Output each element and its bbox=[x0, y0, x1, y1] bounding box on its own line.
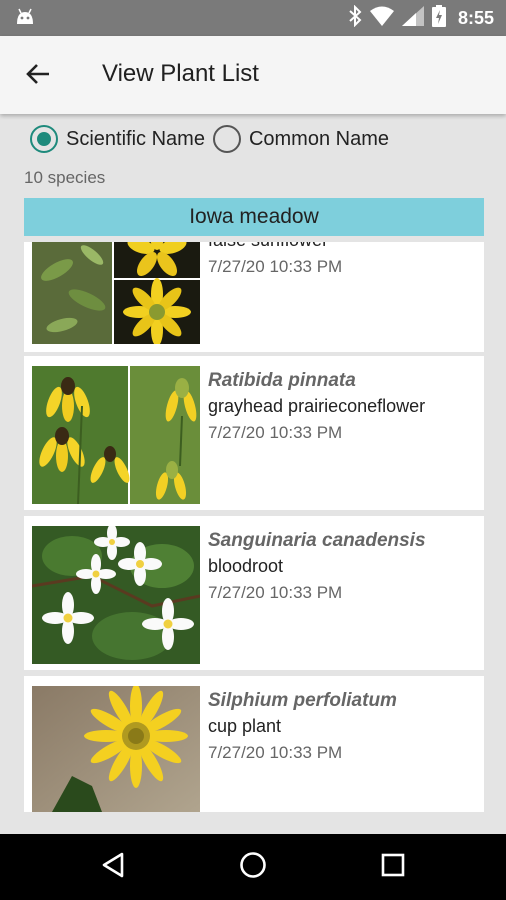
scientific-name-label[interactable]: Scientific Name bbox=[66, 128, 205, 151]
nav-recents-button[interactable] bbox=[376, 850, 410, 884]
back-button[interactable] bbox=[20, 58, 56, 94]
status-time: 8:55 bbox=[457, 7, 494, 28]
home-circle-icon bbox=[239, 851, 267, 884]
plant-thumbnail bbox=[32, 686, 200, 812]
plant-thumbnail bbox=[32, 526, 200, 664]
plant-list-item[interactable]: Sanguinaria canadensis bloodroot 7/27/20… bbox=[24, 516, 484, 670]
back-triangle-icon bbox=[100, 851, 126, 884]
plant-common-name: bloodroot bbox=[208, 556, 284, 576]
status-bar: 8:55 bbox=[0, 0, 506, 36]
plant-thumbnail bbox=[32, 242, 200, 344]
scientific-name-radio[interactable] bbox=[30, 125, 58, 153]
plant-date: 7/27/20 10:33 PM bbox=[208, 743, 343, 762]
plant-common-name: grayhead prairieconeflower bbox=[208, 396, 426, 416]
signal-icon bbox=[401, 5, 424, 31]
system-nav-bar bbox=[0, 834, 506, 900]
plant-text: Sanguinaria canadensis bloodroot 7/27/20… bbox=[208, 530, 426, 603]
list-header: Iowa meadow bbox=[24, 198, 484, 236]
app-bar: View Plant List bbox=[0, 36, 506, 114]
species-count: 10 species bbox=[24, 168, 106, 187]
plant-text: Silphium perfoliatum cup plant 7/27/20 1… bbox=[208, 690, 397, 763]
plant-thumbnail bbox=[32, 366, 200, 504]
bluetooth-icon bbox=[348, 4, 362, 32]
plant-common-name: cup plant bbox=[208, 716, 282, 736]
plant-scientific-name: Silphium perfoliatum bbox=[208, 690, 397, 711]
name-type-radio-group: Scientific Name Common Name bbox=[30, 122, 397, 156]
common-name-radio[interactable] bbox=[212, 125, 241, 153]
plant-scientific-name: Sanguinaria canadensis bbox=[208, 530, 426, 551]
plant-list-item[interactable]: Silphium perfoliatum cup plant 7/27/20 1… bbox=[24, 676, 484, 812]
plant-common-name: false sunflower bbox=[208, 242, 342, 251]
arrow-back-icon bbox=[25, 62, 51, 91]
nav-back-button[interactable] bbox=[96, 850, 130, 884]
plant-date: 7/27/20 10:33 PM bbox=[208, 423, 343, 442]
plant-date: 7/27/20 10:33 PM bbox=[208, 257, 343, 276]
content-area: Scientific Name Common Name 10 species I… bbox=[0, 114, 506, 834]
android-icon bbox=[14, 8, 36, 26]
battery-charging-icon bbox=[431, 4, 446, 32]
common-name-label[interactable]: Common Name bbox=[249, 128, 389, 151]
plant-scientific-name: Ratibida pinnata bbox=[208, 370, 356, 391]
plant-list-item[interactable]: Ratibida pinnata grayhead prairieconeflo… bbox=[24, 356, 484, 510]
page-title: View Plant List bbox=[102, 60, 259, 87]
list-header-title: Iowa meadow bbox=[189, 205, 319, 228]
plant-date: 7/27/20 10:33 PM bbox=[208, 583, 343, 602]
plant-text: false sunflower 7/27/20 10:33 PM bbox=[208, 242, 342, 277]
wifi-icon bbox=[369, 6, 394, 31]
recents-square-icon bbox=[380, 852, 406, 883]
nav-home-button[interactable] bbox=[236, 850, 270, 884]
plant-text: Ratibida pinnata grayhead prairieconeflo… bbox=[208, 370, 425, 443]
plant-list-item[interactable]: false sunflower 7/27/20 10:33 PM bbox=[24, 242, 484, 352]
plant-list[interactable]: false sunflower 7/27/20 10:33 PM bbox=[24, 242, 484, 812]
